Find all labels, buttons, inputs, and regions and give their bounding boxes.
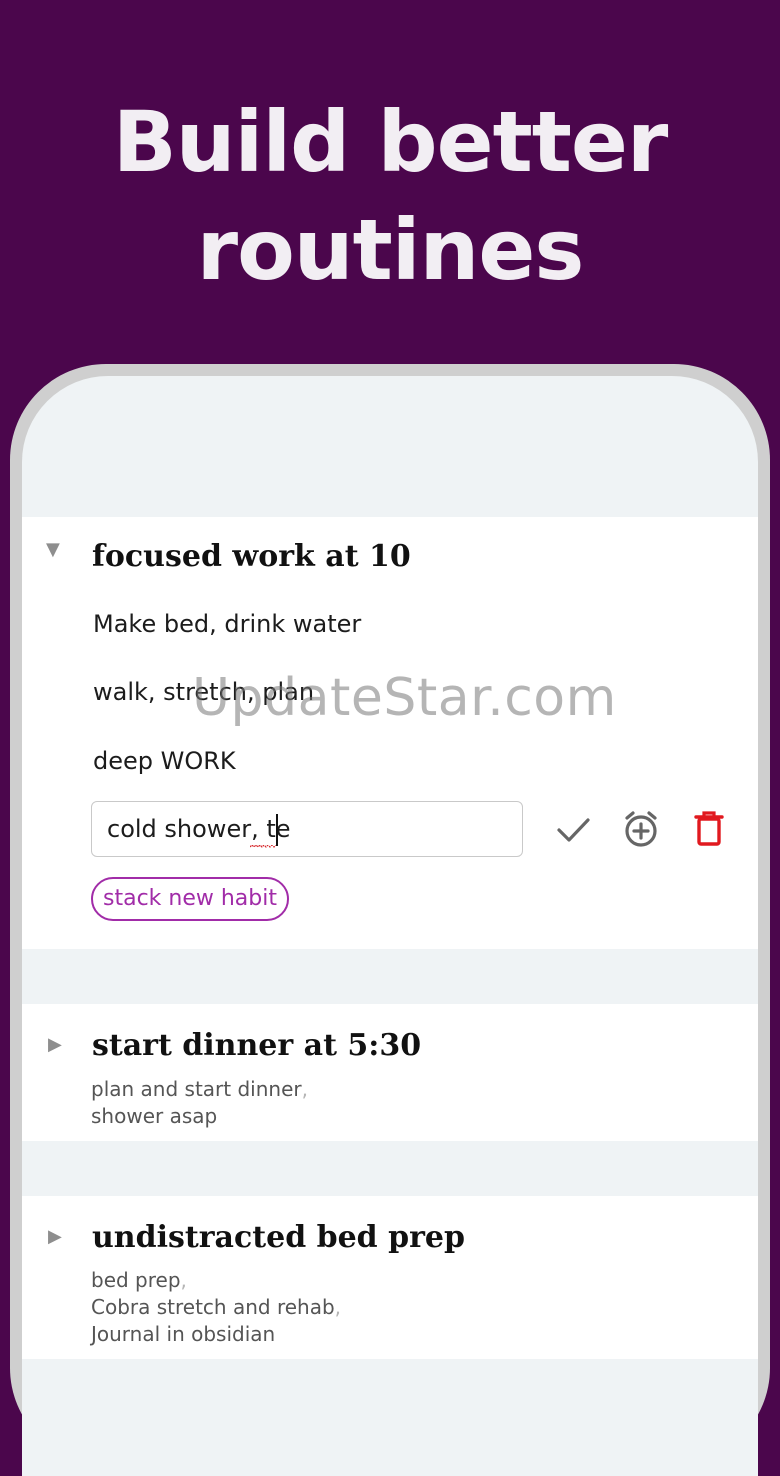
- routine-card-2[interactable]: ▶ start dinner at 5:30 plan and start di…: [22, 1004, 758, 1141]
- routine-card-3[interactable]: ▶ undistracted bed prep bed prep, Cobra …: [22, 1196, 758, 1359]
- caret-right-icon[interactable]: ▶: [48, 1034, 62, 1055]
- caret-down-icon[interactable]: ▼: [46, 539, 60, 560]
- new-habit-input[interactable]: cold shower, te: [91, 801, 523, 857]
- headline-line-2: routines: [196, 201, 585, 299]
- caret-right-icon[interactable]: ▶: [48, 1226, 62, 1247]
- trash-icon[interactable]: [687, 807, 731, 851]
- routine-card-1: ▼ focused work at 10 Make bed, drink wat…: [22, 517, 758, 949]
- routine-title-2[interactable]: start dinner at 5:30: [92, 1028, 421, 1063]
- routine-summary-2-line-1: plan and start dinner,: [91, 1077, 308, 1101]
- headline: Build better routines: [0, 88, 780, 304]
- habit-item-3[interactable]: deep WORK: [93, 747, 236, 775]
- phone-screen: ▼ focused work at 10 Make bed, drink wat…: [22, 376, 758, 1476]
- check-icon[interactable]: [551, 807, 595, 851]
- headline-line-1: Build better: [112, 93, 669, 191]
- stack-new-habit-button[interactable]: stack new habit: [91, 877, 289, 921]
- new-habit-input-value: cold shower, te: [107, 815, 291, 843]
- spellcheck-underline: [250, 845, 276, 848]
- habit-item-1[interactable]: Make bed, drink water: [93, 610, 361, 638]
- routine-summary-3-line-3: Journal in obsidian: [91, 1322, 276, 1346]
- text-cursor: [276, 814, 278, 846]
- routine-title-1[interactable]: focused work at 10: [92, 539, 411, 574]
- routine-summary-2-line-2: shower asap: [91, 1104, 218, 1128]
- routine-summary-3-line-2: Cobra stretch and rehab,: [91, 1295, 342, 1319]
- routine-summary-3-line-1: bed prep,: [91, 1268, 187, 1292]
- routine-title-3[interactable]: undistracted bed prep: [92, 1220, 465, 1255]
- alarm-add-icon[interactable]: [619, 807, 663, 851]
- watermark: UpdateStar.com: [192, 668, 617, 728]
